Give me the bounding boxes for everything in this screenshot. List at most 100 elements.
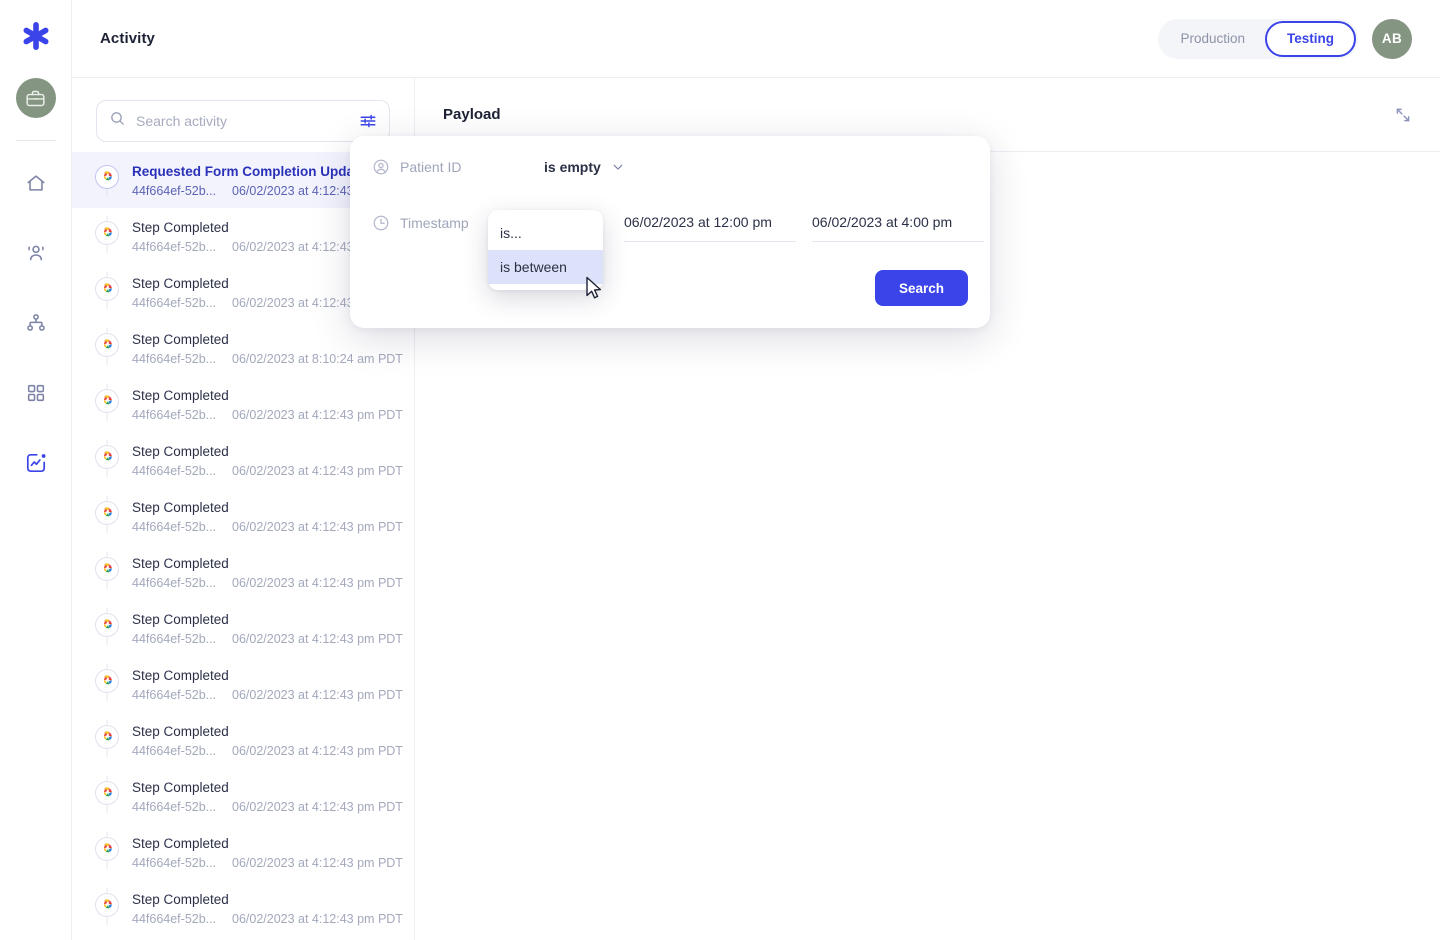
- expand-diagonal-icon[interactable]: [1394, 106, 1412, 124]
- topbar-right: Production Testing AB: [1158, 18, 1412, 59]
- multicolor-app-icon: [104, 451, 112, 461]
- patient-id-operator-select[interactable]: is empty: [544, 159, 625, 175]
- activity-source-avatar: [95, 557, 119, 581]
- activity-list-item[interactable]: Step Completed44f664ef-52b...06/02/2023 …: [72, 320, 414, 376]
- briefcase-icon: [26, 90, 45, 106]
- activity-timeline-gutter: [94, 832, 120, 869]
- timestamp-label: Timestamp: [400, 215, 469, 231]
- page-title: Activity: [100, 30, 155, 47]
- activity-timeline-gutter: [94, 720, 120, 757]
- activity-item-uuid: 44f664ef-52b...: [132, 296, 217, 310]
- activity-timeline-gutter: [94, 664, 120, 701]
- users-icon: [27, 245, 44, 261]
- activity-item-title: Step Completed: [132, 668, 229, 683]
- activity-timeline-gutter: [94, 552, 120, 589]
- env-option-testing[interactable]: Testing: [1265, 20, 1356, 57]
- analytics-icon: [26, 453, 45, 473]
- activity-list-item[interactable]: Step Completed44f664ef-52b...06/02/2023 …: [72, 880, 414, 936]
- activity-list-item[interactable]: Step Completed44f664ef-52b...06/02/2023 …: [72, 432, 414, 488]
- sidebar-item-workflows[interactable]: [14, 301, 58, 345]
- activity-timeline-gutter: [94, 216, 120, 253]
- activity-item-title: Step Completed: [132, 556, 229, 571]
- activity-list-item[interactable]: Step Completed 44f664ef-52b... 06/02/2023 …: [72, 824, 414, 880]
- activity-item-meta: 44f664ef-52b... 06/02/2023 at 4:12:43 pm …: [132, 574, 403, 592]
- sidebar-item-apps[interactable]: [14, 371, 58, 415]
- activity-item-text: Step Completed 44f664ef-52b... 06/02/2023 …: [132, 328, 403, 368]
- dropdown-option-is-between[interactable]: is between: [488, 250, 603, 284]
- timeline-connector: [106, 188, 108, 197]
- activity-list-item[interactable]: Step Completed44f664ef-52b...06/02/2023 …: [72, 488, 414, 544]
- activity-source-avatar: [95, 781, 119, 805]
- asterisk-logo[interactable]: [16, 16, 56, 56]
- activity-list-item[interactable]: Step Completed44f664ef-52b...06/02/2023 …: [72, 768, 414, 824]
- sidebar-item-patients[interactable]: [14, 231, 58, 275]
- org-briefcase-button[interactable]: [15, 78, 56, 118]
- sidebar-item-home[interactable]: [14, 161, 58, 205]
- activity-timeline-gutter: [94, 608, 120, 645]
- activity-item-text: Step Completed 44f664ef-52b... 06/02/2023 …: [132, 384, 403, 424]
- activity-item-title: Step Completed: [132, 444, 229, 459]
- activity-item-timestamp: 06/02/2023 at 4:12:43 pm PDT: [232, 408, 403, 422]
- activity-list-item[interactable]: Step Completed44f664ef-52b...06/02/2023 …: [72, 712, 414, 768]
- search-box[interactable]: [96, 100, 390, 142]
- activity-item-timestamp: 06/02/2023 at 4:12:43 pm PDT: [232, 856, 403, 870]
- timestamp-to-input[interactable]: [812, 214, 984, 230]
- env-option-production[interactable]: Production: [1160, 21, 1265, 57]
- sidebar-item-activity[interactable]: [14, 441, 58, 485]
- activity-item-uuid: 44f664ef-52b...: [132, 688, 217, 702]
- activity-item-meta: 44f664ef-52b... 06/02/2023 at 4:12:43 pm …: [132, 630, 403, 648]
- activity-item-text: Step Completed 44f664ef-52b... 06/02/2023 …: [132, 664, 403, 704]
- activity-list-item[interactable]: Step Completed 44f664ef-52b...06/02/2023 …: [72, 544, 414, 600]
- multicolor-app-icon: [104, 395, 112, 405]
- multicolor-app-icon: [104, 507, 112, 517]
- activity-item-text: Step Completed 44f664ef-52b... 06/02/2023 …: [132, 552, 403, 592]
- multicolor-app-icon: [104, 787, 112, 797]
- multicolor-app-icon: [104, 563, 112, 573]
- activity-list-item[interactable]: Step Completed44f664ef-52b...06/02/2023 …: [72, 936, 414, 940]
- activity-item-meta: 44f664ef-52b... 06/02/2023 at 4:12:43 pm …: [132, 406, 403, 424]
- search-input[interactable]: [136, 113, 349, 129]
- activity-item-uuid: 44f664ef-52b...: [132, 520, 217, 534]
- timestamp-operator-dropdown[interactable]: is... is between: [488, 210, 603, 290]
- timestamp-from-input[interactable]: [624, 214, 796, 230]
- activity-item-title: Step Completed: [132, 332, 229, 347]
- activity-list-item[interactable]: Step Completed 44f664ef-52b...06/02/2023 …: [72, 656, 414, 712]
- filter-row-patient-id: Patient ID is empty: [372, 158, 625, 176]
- user-avatar[interactable]: AB: [1372, 18, 1412, 59]
- activity-timeline-gutter: [94, 888, 120, 925]
- activity-item-timestamp: 06/02/2023 at 8:10:24 am PDT: [232, 352, 403, 366]
- filter-sliders-icon[interactable]: [359, 112, 377, 130]
- activity-list-item[interactable]: Step Completed 44f664ef-52b...06/02/2023 …: [72, 376, 414, 432]
- activity-item-uuid: 44f664ef-52b...: [132, 464, 217, 478]
- patient-id-operator-value: is empty: [544, 159, 601, 175]
- activity-item-text: Step Completed 44f664ef-52b... 06/02/2023 …: [132, 496, 403, 536]
- multicolor-app-icon: [104, 171, 112, 181]
- activity-timeline-gutter: [94, 272, 120, 309]
- activity-timeline-gutter: [94, 440, 120, 477]
- activity-item-meta: 44f664ef-52b... 06/02/2023 at 4:12:43 pm …: [132, 686, 403, 704]
- activity-timeline-gutter: [94, 776, 120, 813]
- activity-item-title: Step Completed: [132, 388, 229, 403]
- activity-item-title: Step Completed: [132, 836, 229, 851]
- activity-list-item[interactable]: Step Completed44f664ef-52b...06/02/2023 …: [72, 600, 414, 656]
- filter-popover: Patient ID is empty Timestamp 06/02/2023…: [350, 136, 990, 328]
- activity-source-avatar: [95, 501, 119, 525]
- dropdown-option-is[interactable]: is...: [488, 216, 603, 250]
- activity-item-uuid: 44f664ef-52b...: [132, 912, 217, 926]
- patient-id-label: Patient ID: [400, 159, 462, 175]
- clock-icon: [372, 214, 390, 232]
- workflow-icon: [26, 314, 45, 331]
- activity-source-avatar: [95, 445, 119, 469]
- activity-timeline-gutter: [94, 384, 120, 421]
- rail-nav: [0, 161, 71, 485]
- activity-item-uuid: 44f664ef-52b...: [132, 184, 217, 198]
- timestamp-to-field[interactable]: [812, 214, 984, 242]
- activity-item-timestamp: 06/02/2023 at 4:12:43 pm PDT: [232, 800, 403, 814]
- environment-switch[interactable]: Production Testing: [1158, 18, 1358, 59]
- activity-source-avatar: [95, 613, 119, 637]
- activity-item-uuid: 44f664ef-52b...: [132, 856, 217, 870]
- search-button[interactable]: Search: [874, 270, 968, 306]
- activity-source-avatar: [95, 165, 119, 189]
- activity-item-meta: 44f664ef-52b... 06/02/2023 at 4:12:43 pm …: [132, 742, 403, 760]
- timestamp-from-field[interactable]: [624, 214, 796, 242]
